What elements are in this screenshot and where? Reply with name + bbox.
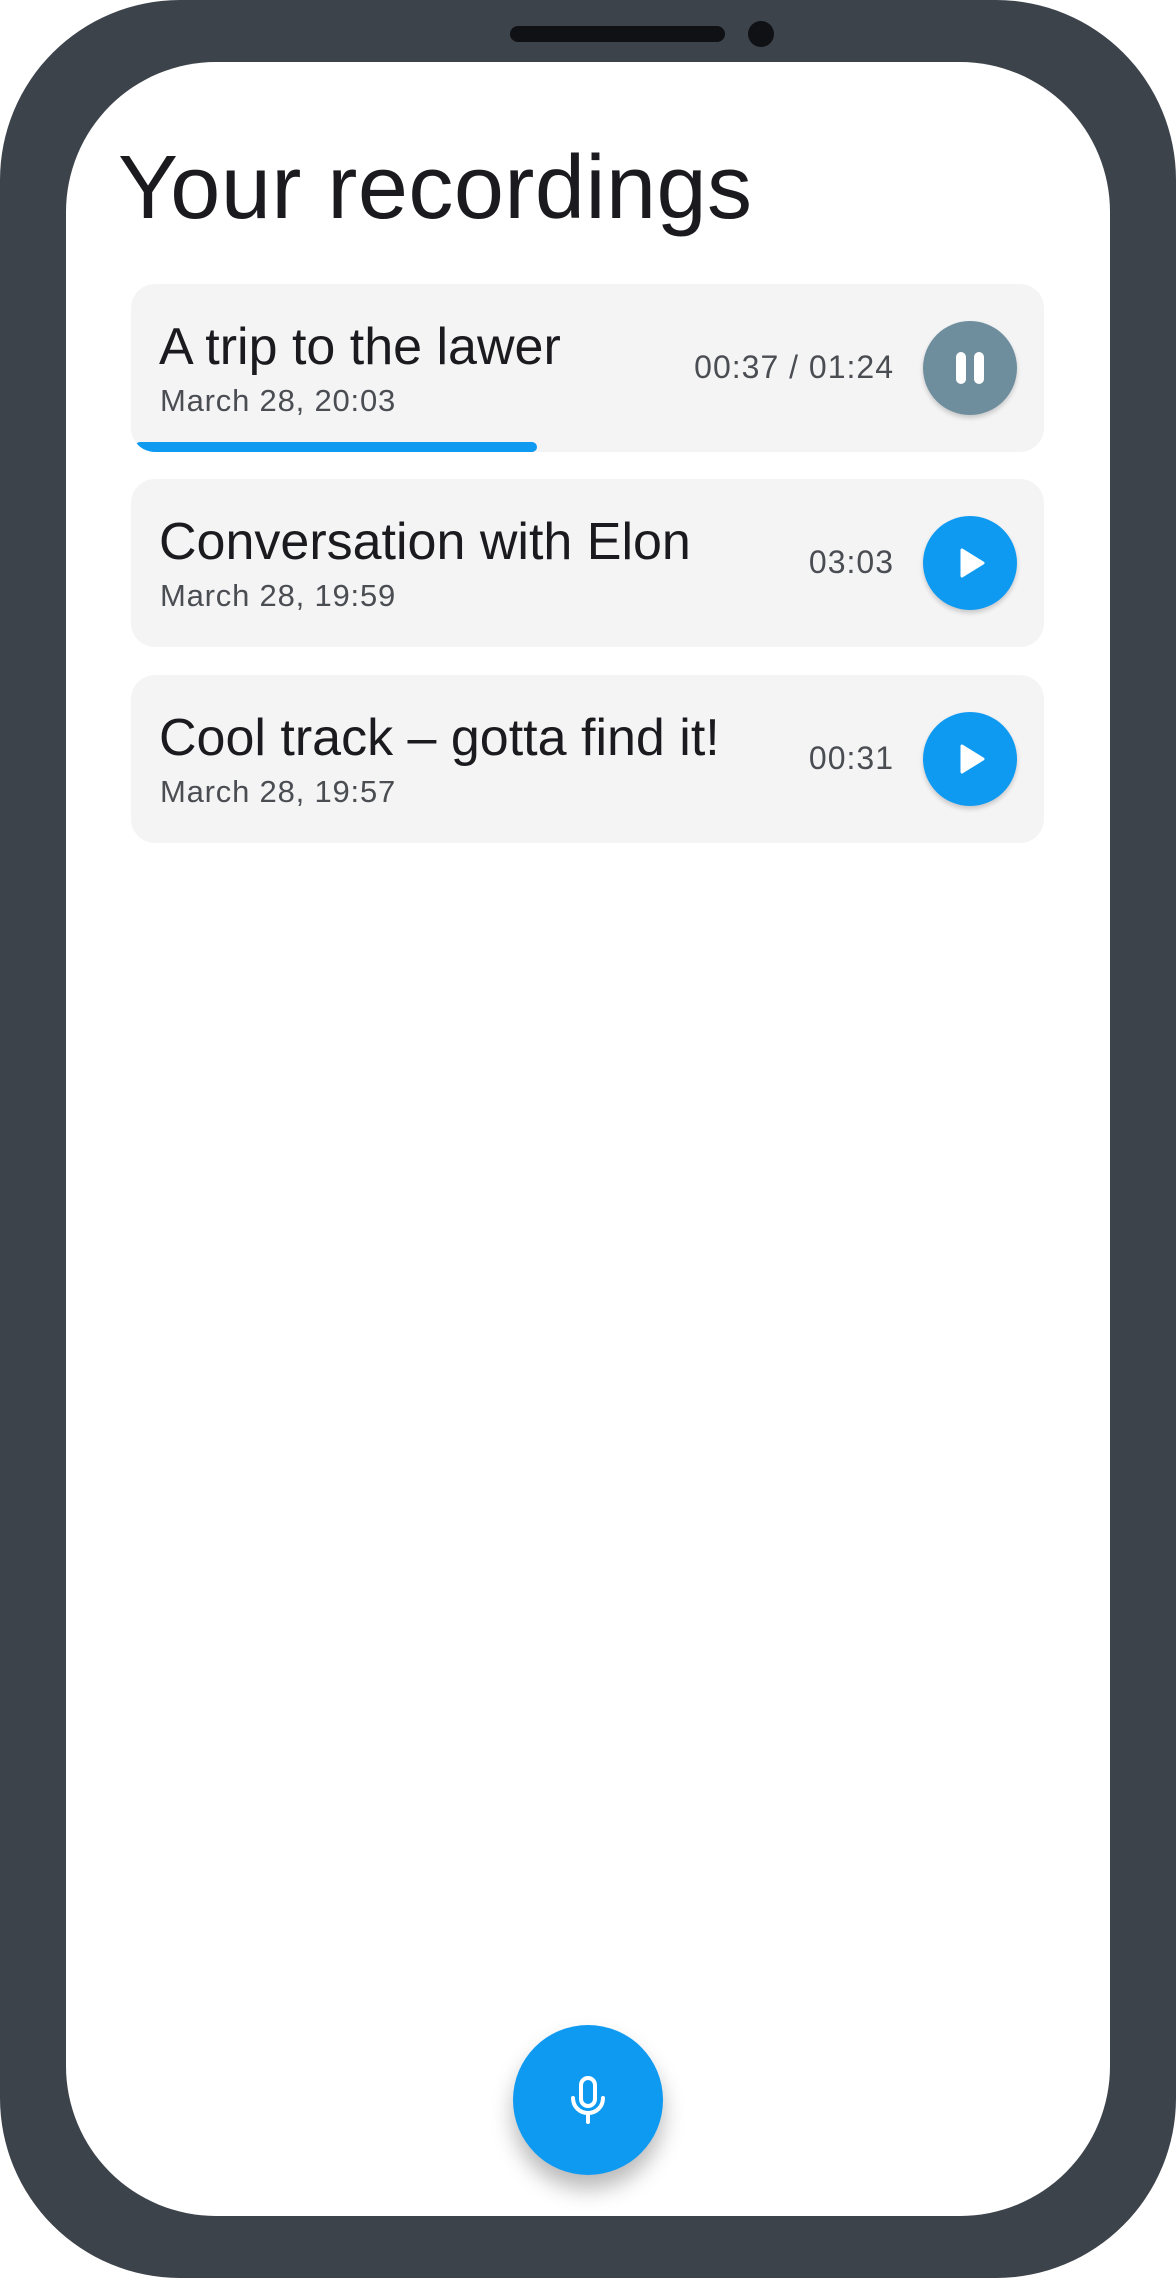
recording-card[interactable]: A trip to the lawer March 28, 20:03 00:3…: [131, 284, 1044, 452]
recording-duration: 03:03: [808, 544, 894, 580]
recording-date: March 28, 20:03: [160, 383, 397, 418]
recording-name: Conversation with Elon: [159, 513, 691, 571]
app-screen: Your recordings A trip to the lawer Marc…: [66, 62, 1110, 2216]
recording-time: 00:37 / 01:24: [694, 349, 894, 385]
recording-card[interactable]: Conversation with Elon March 28, 19:59 0…: [131, 479, 1044, 647]
phone-camera: [748, 21, 774, 47]
recording-date: March 28, 19:59: [160, 578, 397, 613]
recording-name: A trip to the lawer: [159, 318, 561, 376]
pause-button[interactable]: [923, 321, 1017, 415]
page-title: Your recordings: [118, 138, 753, 238]
pause-icon: [956, 352, 984, 384]
microphone-icon: [571, 2076, 605, 2124]
phone-frame: Your recordings A trip to the lawer Marc…: [0, 0, 1176, 2278]
play-button[interactable]: [923, 516, 1017, 610]
recording-card[interactable]: Cool track – gotta find it! March 28, 19…: [131, 675, 1044, 843]
recording-duration: 00:31: [808, 740, 894, 776]
recording-name: Cool track – gotta find it!: [159, 709, 720, 767]
play-icon: [960, 548, 985, 578]
phone-speaker: [510, 26, 725, 42]
playback-progress-fill: [135, 442, 537, 452]
play-button[interactable]: [923, 712, 1017, 806]
record-button[interactable]: [513, 2025, 663, 2175]
playback-progress-bar[interactable]: [135, 442, 1040, 452]
recording-date: March 28, 19:57: [160, 774, 397, 809]
play-icon: [960, 744, 985, 774]
